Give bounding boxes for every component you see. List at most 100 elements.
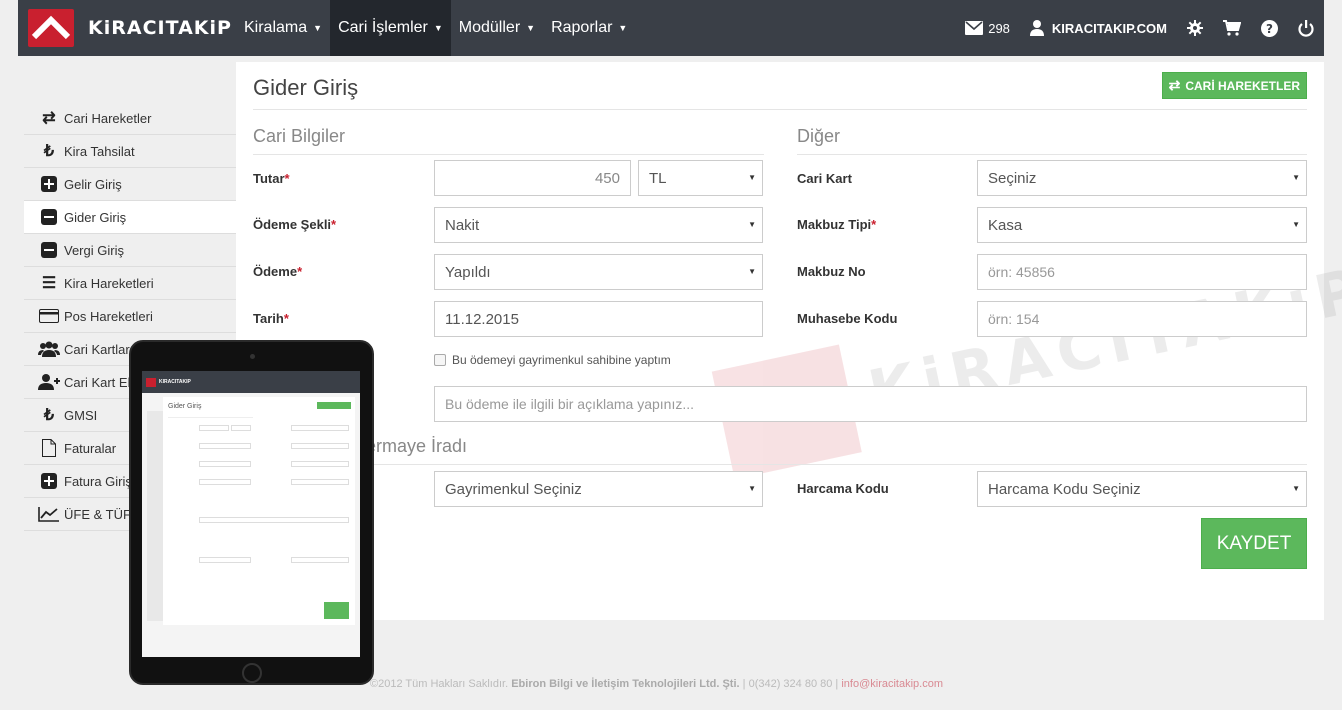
checkbox-box[interactable]: [434, 354, 446, 366]
sidebar-item-vergi-giris[interactable]: Vergi Giriş: [24, 234, 236, 267]
required-mark: *: [297, 264, 303, 279]
currency-select[interactable]: TL: [638, 160, 763, 196]
file-icon: [38, 438, 60, 458]
odeme-sekli-select[interactable]: Nakit: [434, 207, 763, 243]
brand-name: KiRACITAKiP: [88, 17, 232, 39]
caret-down-icon: ▼: [313, 23, 323, 33]
tarih-label: Tarih*: [253, 311, 289, 326]
odeme-label: Ödeme*: [253, 264, 302, 279]
gayrimenkul-sahibi-checkbox[interactable]: Bu ödemeyi gayrimenkul sahibine yaptım: [434, 353, 671, 367]
menu-cari-islemler[interactable]: Cari İşlemler ▼: [330, 0, 451, 56]
harcama-kodu-select[interactable]: Harcama Kodu Seçiniz: [977, 471, 1307, 507]
sidebar-item-label: Cari Kartlar: [64, 341, 130, 357]
cart-button[interactable]: [1223, 20, 1241, 36]
question-icon: ?: [1261, 19, 1278, 37]
menu-label: Cari İşlemler: [338, 19, 428, 36]
cari-kart-select[interactable]: Seçiniz: [977, 160, 1307, 196]
footer: ©2012 Tüm Hakları Saklıdır. Ebiron Bilgi…: [370, 678, 943, 690]
page-title: Gider Giriş: [253, 75, 359, 100]
mini-save-button: [324, 602, 349, 619]
section-gmsi: ermaye İradı: [366, 436, 468, 456]
muhasebe-kodu-input[interactable]: örn: 154: [977, 301, 1307, 337]
users-icon: [38, 339, 60, 359]
settings-button[interactable]: [1187, 20, 1203, 36]
sidebar-item-label: Cari Hareketler: [64, 110, 152, 126]
caret-down-icon: ▼: [618, 23, 628, 33]
tarih-input[interactable]: 11.12.2015: [434, 301, 763, 337]
tutar-input[interactable]: 450: [434, 160, 631, 196]
sidebar-item-pos-hareketleri[interactable]: Pos Hareketleri: [24, 300, 236, 333]
site-name: KIRACITAKIP.COM: [1051, 20, 1167, 36]
aciklama-input[interactable]: Bu ödeme ile ilgili bir açıklama yapınız…: [434, 386, 1307, 422]
list-icon: ☰: [41, 275, 57, 292]
mini-field: [231, 425, 251, 431]
caret-down-icon: ▼: [526, 23, 536, 33]
mini-field: [199, 479, 251, 485]
required-mark: *: [284, 171, 290, 186]
sidebar-item-label: Faturalar: [64, 440, 117, 456]
lira-icon: ₺: [43, 407, 55, 424]
section-cari-bilgiler: Cari Bilgiler: [253, 126, 346, 146]
help-button[interactable]: ?: [1261, 19, 1278, 37]
copyright-text: ©2012 Tüm Hakları Saklıdır.: [370, 678, 509, 690]
mini-field: [291, 557, 349, 563]
gear-icon: [1187, 20, 1203, 36]
mini-main: Gider Giriş: [163, 397, 355, 625]
plus-square-icon: [38, 471, 60, 491]
user-plus-icon: [38, 372, 60, 392]
required-mark: *: [871, 217, 877, 232]
sidebar-item-label: Fatura Giriş: [64, 473, 132, 489]
cart-icon: [1223, 20, 1241, 36]
credit-card-icon: [38, 306, 60, 326]
sidebar-item-gelir-giris[interactable]: Gelir Giriş: [24, 168, 236, 201]
sidebar-item-cari-hareketler[interactable]: ⇄ Cari Hareketler: [24, 102, 236, 135]
odeme-select[interactable]: Yapıldı: [434, 254, 763, 290]
power-icon: [1298, 19, 1314, 37]
menu-kiralama[interactable]: Kiralama ▼: [236, 0, 330, 56]
phone-text: | 0(342) 324 80 80 |: [742, 678, 839, 690]
mini-sidebar: [147, 411, 163, 621]
mini-title: Gider Giriş: [168, 403, 202, 410]
mini-field: [199, 443, 251, 449]
checkbox-label: Bu ödemeyi gayrimenkul sahibine yaptım: [452, 353, 671, 367]
account-link[interactable]: KIRACITAKIP.COM: [1029, 20, 1167, 36]
main-menu: Kiralama ▼ Cari İşlemler ▼ Modüller ▼ Rapor…: [236, 0, 635, 56]
tablet-mockup: KIRACITAKIP Gider Giriş: [129, 340, 374, 685]
mini-logo-icon: [146, 377, 156, 387]
sidebar-item-gider-giris[interactable]: Gider Giriş: [24, 201, 236, 234]
message-count: 298: [988, 20, 1010, 36]
mini-field: [291, 461, 349, 467]
makbuz-no-input[interactable]: örn: 45856: [977, 254, 1307, 290]
mini-field: [199, 425, 229, 431]
exchange-icon: ⇄: [1168, 77, 1181, 93]
sidebar-item-kira-tahsilat[interactable]: ₺ Kira Tahsilat: [24, 135, 236, 168]
sidebar-item-label: Pos Hareketleri: [64, 308, 153, 324]
gayrimenkul-select[interactable]: Gayrimenkul Seçiniz: [434, 471, 763, 507]
mini-field: [199, 461, 251, 467]
menu-raporlar[interactable]: Raporlar ▼: [543, 0, 635, 56]
tutar-label: Tutar*: [253, 171, 290, 186]
makbuz-tipi-select[interactable]: Kasa: [977, 207, 1307, 243]
sidebar-item-label: Gelir Giriş: [64, 176, 122, 192]
camera-icon: [250, 354, 255, 359]
sidebar-item-kira-hareketleri[interactable]: ☰ Kira Hareketleri: [24, 267, 236, 300]
minus-square-icon: [38, 207, 60, 227]
logout-button[interactable]: [1298, 19, 1314, 37]
mini-field: [291, 479, 349, 485]
home-button-icon: [242, 663, 262, 683]
sidebar-item-label: Kira Tahsilat: [64, 143, 135, 159]
sidebar-item-label: Kira Hareketleri: [64, 275, 154, 291]
email-link[interactable]: info@kiracitakip.com: [841, 678, 943, 690]
muhasebe-kodu-label: Muhasebe Kodu: [797, 311, 898, 326]
label-text: Ödeme: [253, 264, 298, 279]
company-name: Ebiron Bilgi ve İletişim Teknolojileri L…: [511, 678, 740, 690]
makbuz-tipi-label: Makbuz Tipi*: [797, 217, 876, 232]
brand-logo[interactable]: KiRACITAKiP: [18, 0, 236, 56]
sidebar-item-label: Gider Giriş: [64, 209, 127, 225]
mini-field: [291, 443, 349, 449]
cari-hareketler-button[interactable]: ⇄ CARİ HAREKETLER: [1161, 72, 1307, 99]
save-button[interactable]: KAYDET: [1201, 518, 1307, 569]
menu-moduller[interactable]: Modüller ▼: [451, 0, 543, 56]
user-icon: [1029, 20, 1044, 36]
messages-link[interactable]: 298: [965, 21, 1010, 36]
